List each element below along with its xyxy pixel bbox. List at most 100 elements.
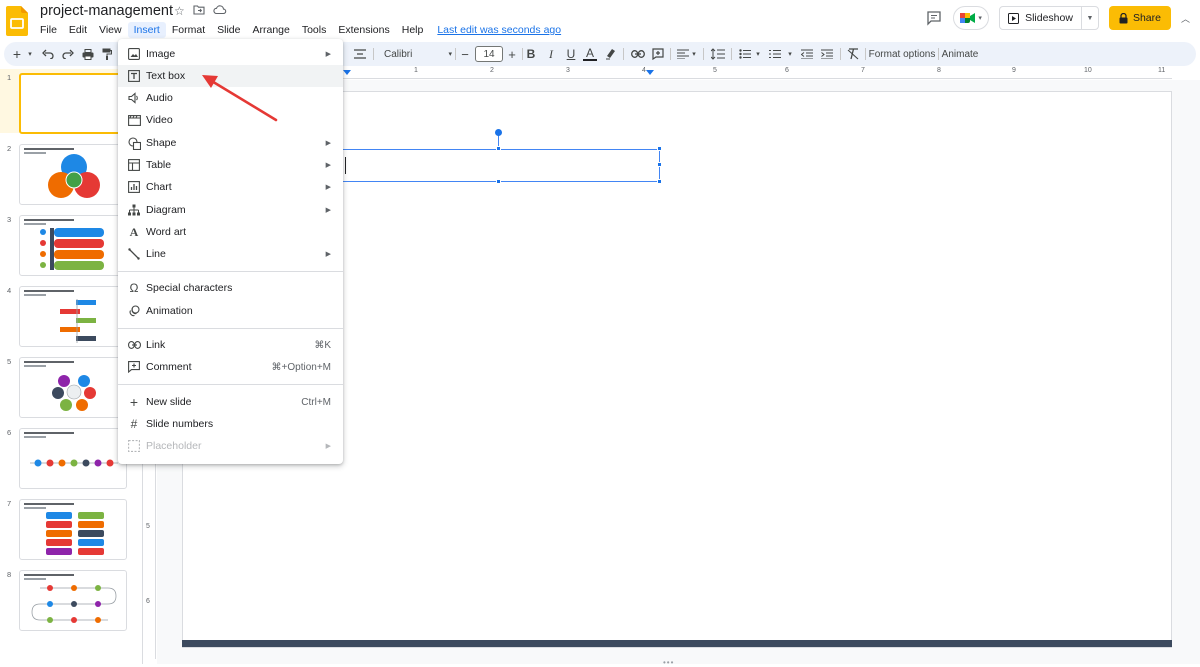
insert-word-art-item[interactable]: A Word art: [118, 221, 343, 243]
slide-thumb-preview[interactable]: [19, 144, 127, 205]
italic-button[interactable]: I: [544, 46, 558, 62]
line-spacing-small-icon[interactable]: [353, 46, 367, 62]
collapse-menus-icon[interactable]: ︿: [1181, 12, 1190, 25]
menu-extensions[interactable]: Extensions: [332, 22, 395, 38]
line-spacing-icon[interactable]: [710, 46, 726, 62]
increase-indent-icon[interactable]: [820, 46, 834, 62]
annotation-arrow-icon: [202, 75, 278, 122]
ruler-number: 8: [937, 67, 941, 74]
shortcut-label: Ctrl+M: [301, 396, 331, 408]
insert-link-item[interactable]: Link ⌘K: [118, 334, 343, 356]
slide-thumb-preview[interactable]: [19, 357, 127, 418]
text-box[interactable]: [338, 149, 660, 182]
slide-thumb-preview[interactable]: [19, 499, 127, 560]
insert-chart-item[interactable]: Chart ▶: [118, 176, 343, 198]
horizontal-ruler[interactable]: 1 2 3 4 5 6 7 8 9 10 11: [342, 67, 1172, 79]
redo-icon[interactable]: [61, 46, 75, 62]
resize-handle-bottom-right[interactable]: [657, 179, 662, 184]
slide-thumb-preview[interactable]: [19, 570, 127, 631]
insert-diagram-item[interactable]: Diagram ▶: [118, 199, 343, 221]
insert-new-slide-item[interactable]: + New slide Ctrl+M: [118, 391, 343, 413]
comments-icon[interactable]: [925, 9, 943, 27]
menu-arrange[interactable]: Arrange: [246, 22, 295, 38]
menu-slide[interactable]: Slide: [211, 22, 246, 38]
menu-view[interactable]: View: [93, 22, 128, 38]
chevron-down-icon[interactable]: ▾: [786, 46, 794, 62]
ruler-number: 6: [785, 67, 789, 74]
font-size-input[interactable]: 14: [475, 46, 503, 62]
slides-logo-icon[interactable]: [6, 6, 28, 36]
menu-file[interactable]: File: [34, 22, 63, 38]
link-icon: [127, 338, 141, 352]
insert-slide-numbers-item[interactable]: # Slide numbers: [118, 413, 343, 435]
slide-thumb-preview[interactable]: [19, 286, 127, 347]
insert-table-item[interactable]: Table ▶: [118, 154, 343, 176]
ruler-number: 11: [1158, 67, 1166, 74]
insert-image-item[interactable]: Image ▶: [118, 43, 343, 65]
print-icon[interactable]: [81, 46, 95, 62]
menu-edit[interactable]: Edit: [63, 22, 93, 38]
increase-font-size-button[interactable]: +: [505, 46, 519, 62]
submenu-arrow-icon: ▶: [325, 162, 331, 169]
numbered-list-icon[interactable]: [768, 46, 782, 62]
share-button[interactable]: Share: [1108, 6, 1171, 30]
slide-thumb-preview[interactable]: [19, 428, 127, 489]
last-edit-link[interactable]: Last edit was seconds ago: [437, 24, 561, 36]
menu-tools[interactable]: Tools: [296, 22, 333, 38]
slide-thumb-preview[interactable]: [19, 215, 127, 276]
star-icon[interactable]: ☆: [174, 4, 185, 18]
insert-line-item[interactable]: Line ▶: [118, 243, 343, 265]
underline-button[interactable]: U: [564, 46, 578, 62]
add-comment-icon[interactable]: [650, 46, 666, 62]
menu-insert[interactable]: Insert: [127, 22, 166, 38]
cloud-status-icon[interactable]: [213, 4, 227, 18]
chevron-down-icon[interactable]: ▾: [26, 46, 34, 62]
ruler-number: 10: [1084, 67, 1092, 74]
menu-help[interactable]: Help: [396, 22, 430, 38]
slide-thumbnail[interactable]: 8: [0, 566, 143, 631]
infographic-thumbnail: [48, 154, 100, 198]
slide-thumb-preview[interactable]: [19, 73, 127, 134]
move-folder-icon[interactable]: [193, 4, 205, 18]
slideshow-button[interactable]: Slideshow ▼: [999, 6, 1099, 30]
slideshow-dropdown-icon[interactable]: ▼: [1082, 15, 1098, 22]
link-icon[interactable]: [630, 46, 646, 62]
insert-shape-item[interactable]: Shape ▶: [118, 132, 343, 154]
bold-button[interactable]: B: [524, 46, 538, 62]
paint-format-icon[interactable]: [100, 46, 114, 62]
slide-thumbnail[interactable]: 7: [0, 495, 143, 560]
menu-format[interactable]: Format: [166, 22, 211, 38]
animate-button[interactable]: Animate: [940, 46, 980, 62]
text-color-button[interactable]: A: [583, 46, 597, 61]
right-indent-marker[interactable]: [646, 70, 654, 75]
rotate-handle[interactable]: [495, 129, 502, 136]
insert-animation-item[interactable]: Animation: [118, 300, 343, 322]
meet-button[interactable]: ▾: [953, 6, 990, 30]
text-cursor: [345, 157, 346, 174]
decrease-font-size-button[interactable]: −: [458, 46, 472, 62]
checklist-icon[interactable]: [738, 46, 752, 62]
chevron-down-icon[interactable]: ▾: [754, 46, 762, 62]
resize-handle-top-right[interactable]: [657, 146, 662, 151]
align-icon[interactable]: [676, 46, 690, 62]
resize-handle-right[interactable]: [657, 162, 662, 167]
left-indent-marker[interactable]: [343, 70, 351, 75]
play-icon: [1008, 12, 1020, 24]
speaker-notes-handle[interactable]: •••: [663, 658, 674, 667]
chevron-down-icon[interactable]: ▾: [690, 46, 698, 62]
resize-handle-bottom[interactable]: [496, 179, 501, 184]
submenu-arrow-icon: ▶: [325, 207, 331, 214]
highlight-color-icon[interactable]: [603, 46, 617, 62]
resize-handle-top[interactable]: [496, 146, 501, 151]
format-options-button[interactable]: Format options: [868, 46, 936, 62]
insert-special-characters-item[interactable]: Ω Special characters: [118, 277, 343, 299]
undo-icon[interactable]: [41, 46, 55, 62]
new-slide-plus-icon[interactable]: +: [10, 46, 24, 62]
insert-comment-item[interactable]: Comment ⌘+Option+M: [118, 356, 343, 378]
decrease-indent-icon[interactable]: [800, 46, 814, 62]
font-family-select[interactable]: Calibri ▾: [384, 46, 452, 62]
slide-number: 7: [7, 499, 12, 508]
document-title[interactable]: project-management: [40, 3, 173, 19]
infographic-thumbnail: [46, 512, 104, 555]
clear-formatting-icon[interactable]: [845, 46, 861, 62]
